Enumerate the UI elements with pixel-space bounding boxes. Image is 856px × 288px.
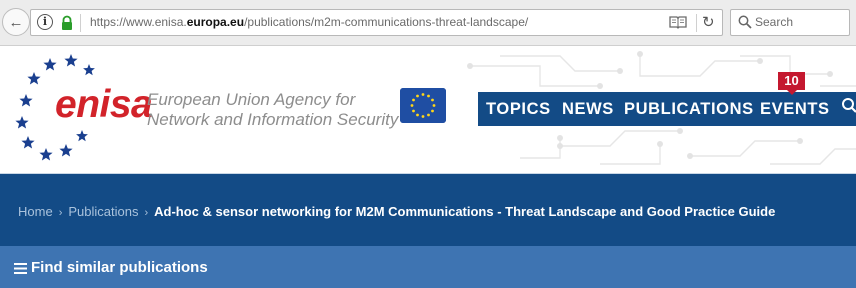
enisa-logo-text[interactable]: enisa	[55, 83, 153, 127]
breadcrumb-home[interactable]: Home	[18, 204, 53, 219]
agency-tagline: European Union Agency for Network and In…	[147, 90, 398, 130]
site-header: enisa European Union Agency for Network …	[0, 46, 856, 174]
main-nav: TOPICS NEWS PUBLICATIONS EVENTS	[478, 92, 856, 126]
tagline-line-1: European Union Agency for	[147, 90, 356, 109]
browser-toolbar: ← i https://www.enisa.europa.eu/publicat…	[0, 0, 856, 46]
url-text[interactable]: https://www.enisa.europa.eu/publications…	[90, 15, 528, 29]
reload-divider	[696, 14, 697, 32]
url-path: /publications/m2m-communications-threat-…	[244, 15, 529, 29]
reload-icon[interactable]: ↻	[702, 13, 715, 31]
nav-news[interactable]: NEWS	[562, 100, 614, 119]
back-arrow-icon: ←	[8, 13, 24, 31]
address-bar[interactable]: i https://www.enisa.europa.eu/publicatio…	[30, 9, 723, 36]
search-placeholder: Search	[755, 15, 794, 29]
find-similar-label: Find similar publications	[31, 259, 208, 276]
search-icon	[738, 15, 752, 29]
info-icon[interactable]: i	[37, 14, 53, 30]
url-domain: europa.eu	[186, 15, 245, 29]
tagline-line-2: Network and Information Security	[147, 110, 399, 129]
breadcrumb-current: Ad-hoc & sensor networking for M2M Commu…	[154, 204, 776, 219]
hamburger-menu-icon	[14, 263, 27, 274]
find-similar-bar[interactable]: Find similar publications	[0, 246, 856, 288]
breadcrumb-band: Home › Publications › Ad-hoc & sensor networ…	[0, 174, 856, 246]
reader-view-icon[interactable]	[668, 14, 688, 30]
nav-topics[interactable]: TOPICS	[486, 100, 551, 119]
nav-publications[interactable]: PUBLICATIONS	[624, 100, 754, 119]
eu-flag-icon	[400, 88, 446, 123]
lock-icon	[62, 15, 72, 30]
breadcrumb: Home › Publications › Ad-hoc & sensor networ…	[18, 204, 775, 219]
back-button[interactable]: ←	[2, 8, 30, 36]
nav-events[interactable]: EVENTS	[760, 100, 830, 119]
breadcrumb-publications[interactable]: Publications	[68, 204, 138, 219]
url-divider	[80, 14, 81, 32]
events-count-badge: 10	[778, 72, 805, 95]
chevron-right-icon: ›	[144, 207, 149, 219]
url-prefix: https://www.enisa.	[90, 15, 187, 29]
browser-search-field[interactable]: Search	[730, 9, 850, 36]
site-search-icon[interactable]	[841, 97, 856, 113]
chevron-right-icon: ›	[58, 207, 63, 219]
